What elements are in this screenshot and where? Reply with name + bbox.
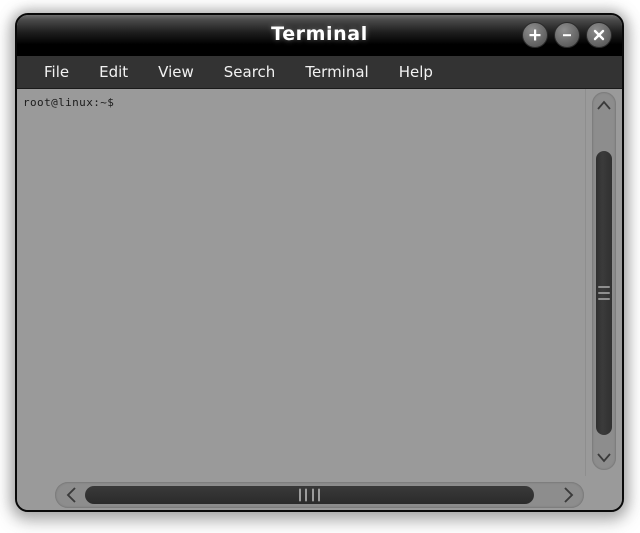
plus-icon xyxy=(529,29,541,41)
vertical-scrollbar-thumb[interactable] xyxy=(596,151,612,435)
terminal-prompt: root@linux:~$ xyxy=(23,96,115,109)
vertical-scrollbar[interactable] xyxy=(592,92,616,470)
close-icon xyxy=(593,29,605,41)
scroll-up-button[interactable] xyxy=(592,94,616,116)
horizontal-scrollbar-thumb[interactable] xyxy=(85,486,534,504)
menu-item-view[interactable]: View xyxy=(145,61,207,83)
maximize-button[interactable] xyxy=(522,22,548,48)
scroll-left-button[interactable] xyxy=(58,482,84,508)
minimize-button[interactable] xyxy=(554,22,580,48)
grip-line xyxy=(311,488,314,502)
horizontal-scrollbar-grip xyxy=(298,488,321,502)
title-bar[interactable]: Terminal xyxy=(17,15,622,56)
grip-line xyxy=(318,488,321,502)
menu-item-help[interactable]: Help xyxy=(386,61,446,83)
grip-line xyxy=(298,488,301,502)
grip-line xyxy=(305,488,308,502)
terminal-body: root@linux:~$ xyxy=(17,89,622,510)
vertical-scrollbar-grip xyxy=(598,286,610,300)
minus-icon xyxy=(563,34,571,37)
grip-line xyxy=(598,298,610,300)
window-controls xyxy=(522,22,612,48)
scroll-right-button[interactable] xyxy=(555,482,581,508)
menu-bar: File Edit View Search Terminal Help xyxy=(17,56,622,89)
menu-item-search[interactable]: Search xyxy=(211,61,289,83)
terminal-output-area[interactable]: root@linux:~$ xyxy=(17,89,586,476)
grip-line xyxy=(598,292,610,294)
terminal-window: Terminal File Edit View Search Terminal … xyxy=(15,13,624,512)
chevron-up-icon xyxy=(597,100,611,110)
grip-line xyxy=(598,286,610,288)
menu-item-terminal[interactable]: Terminal xyxy=(292,61,381,83)
chevron-down-icon xyxy=(597,452,611,462)
menu-item-file[interactable]: File xyxy=(31,61,82,83)
close-button[interactable] xyxy=(586,22,612,48)
scroll-down-button[interactable] xyxy=(592,446,616,468)
chevron-left-icon xyxy=(66,487,76,503)
menu-item-edit[interactable]: Edit xyxy=(86,61,141,83)
horizontal-scrollbar[interactable] xyxy=(55,482,584,508)
chevron-right-icon xyxy=(563,487,573,503)
